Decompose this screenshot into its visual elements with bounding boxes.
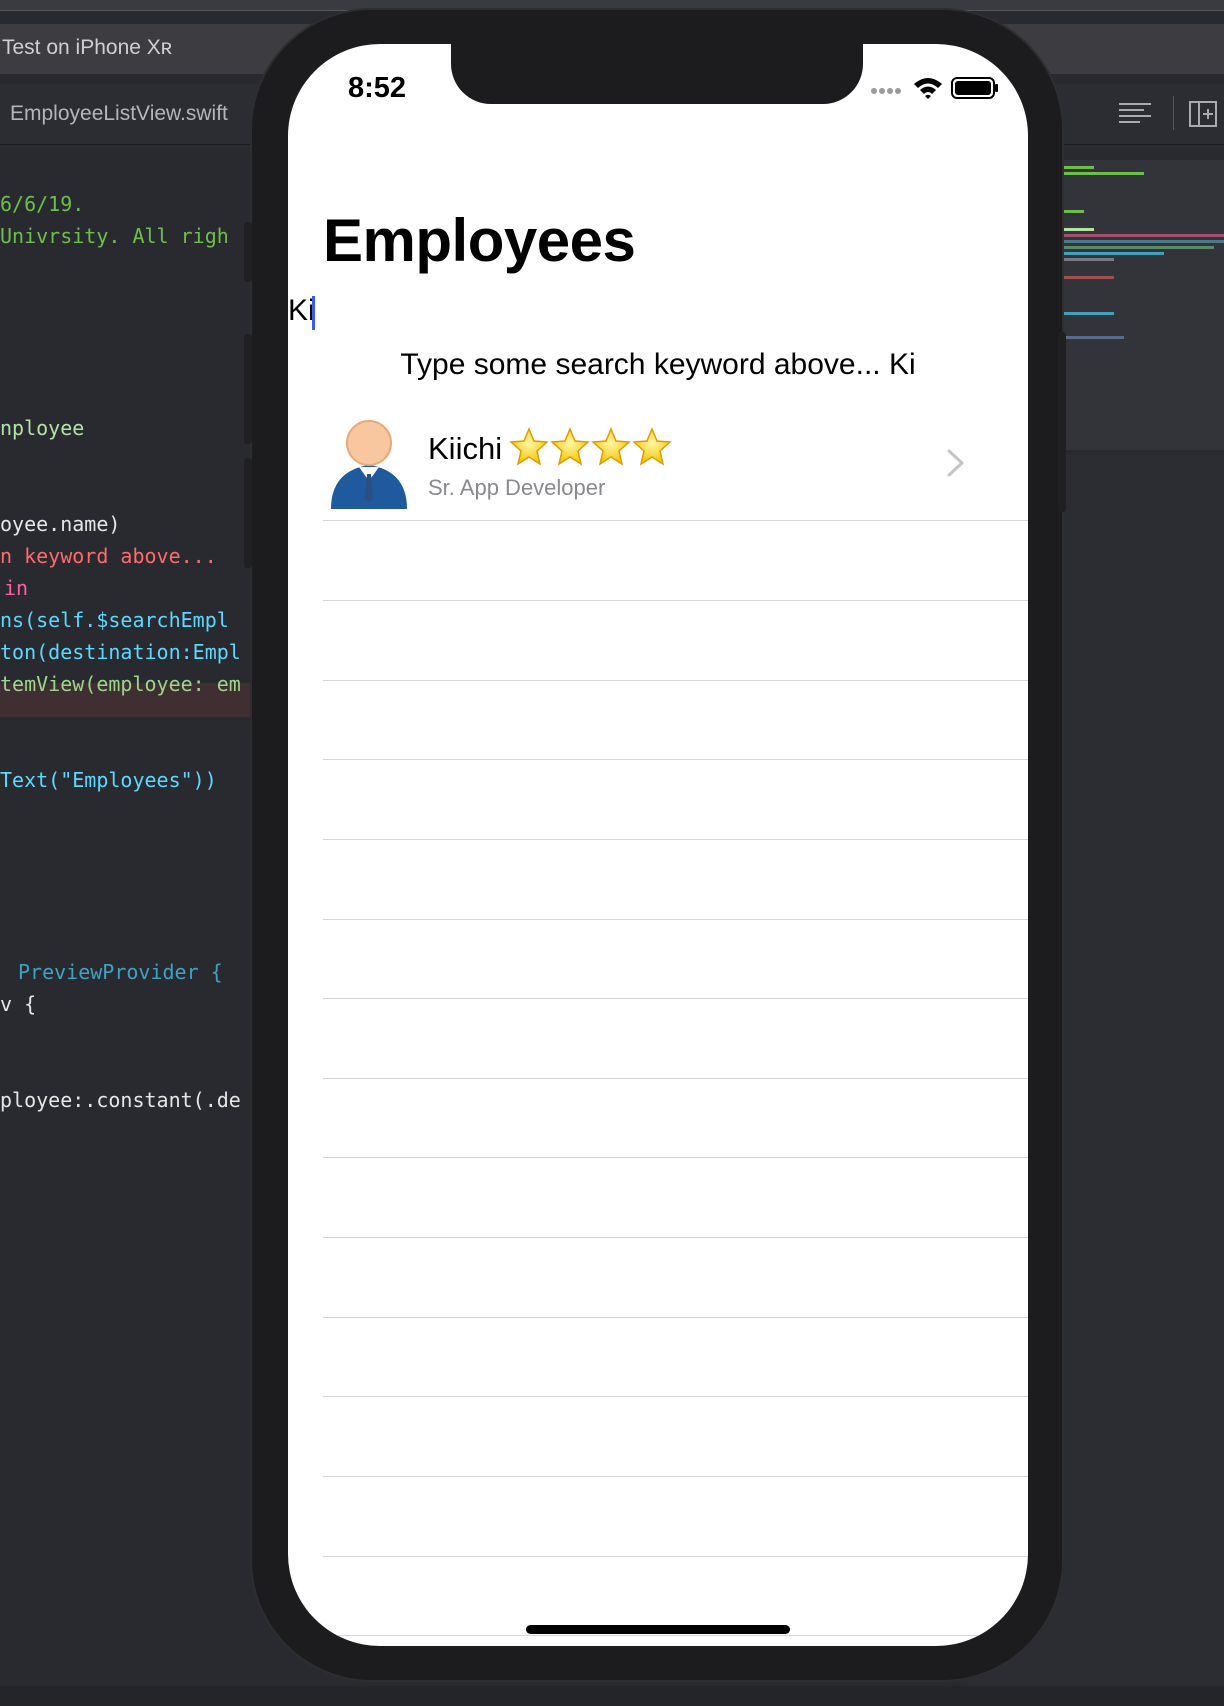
star-icon [510,428,548,465]
status-time: 8:52 [348,72,407,104]
toolbar-divider [1173,96,1174,130]
code-line: ns(self.$searchEmpl [0,608,229,632]
text-caret [312,296,315,330]
code-line: ton(destination:Empl [0,640,241,664]
code-line: Univrsity. All righ [0,224,229,248]
code-line: in [4,576,29,600]
star-icon [551,428,589,465]
employee-row[interactable]: Kiichi Sr. App Developer [323,409,1028,521]
minimap-line [1064,172,1144,175]
page-title: Employees [323,207,636,274]
minimap-line [1064,234,1224,237]
minimap-line [1064,246,1214,249]
minimap-line [1064,210,1084,213]
code-line: v { [0,992,37,1016]
side-button [244,222,252,282]
code-line: 6/6/19. [0,192,85,216]
code-minimap[interactable] [1060,160,1224,450]
minimap-line [1064,240,1224,243]
row-separator [323,1078,1028,1079]
rating-stars [510,428,671,465]
iphone-screen: 8:52 Employees Ki Type some search keywo… [288,44,1028,1646]
employee-name: Kiichi [428,431,503,466]
row-separator [323,1476,1028,1477]
row-separator [323,1556,1028,1557]
code-line: temView(employee: em [0,672,241,696]
minimap-line [1064,276,1114,279]
row-separator [323,600,1028,601]
row-separator [323,1317,1028,1318]
code-line: ployee:.constant(.de [0,1088,241,1112]
row-separator [323,998,1028,999]
row-separator [323,1157,1028,1158]
chevron-right-icon [947,449,964,477]
employee-title: Sr. App Developer [428,475,606,500]
code-line: PreviewProvider { [18,960,223,984]
row-separator [323,520,1028,521]
side-button [244,334,252,444]
row-separator [323,1237,1028,1238]
signal-dots-icon [871,88,901,94]
row-separator [323,1396,1028,1397]
minimap-line [1064,252,1164,255]
battery-icon [951,77,998,99]
row-separator [323,680,1028,681]
wifi-icon [914,78,942,99]
debug-bar [0,1686,1224,1706]
side-button [244,458,252,568]
row-separator [323,759,1028,760]
row-separator [323,919,1028,920]
search-input[interactable]: Ki [288,294,328,334]
home-indicator[interactable] [526,1625,790,1634]
person-avatar-icon [331,420,407,509]
side-button [1058,332,1066,512]
code-line: oyee.name) [0,512,121,536]
minimap-line [1064,166,1094,169]
notch [451,44,863,104]
minimap-line [1064,258,1114,261]
editor-tab[interactable]: EmployeeListView.swift [10,102,228,126]
status-icons [871,77,998,99]
row-separator [323,839,1028,840]
code-editor[interactable]: 6/6/19. Univrsity. All righ nployee oyee… [0,145,260,1706]
code-line: Text("Employees")) [0,768,217,792]
minimap-line [1064,228,1094,231]
minimap-line [1064,312,1114,315]
scheme-label[interactable]: Test on iPhone Xʀ [2,36,172,60]
minimap-line [1064,336,1124,339]
search-hint: Type some search keyword above... Ki [400,348,916,381]
star-icon [633,428,671,465]
code-line: n keyword above... [0,544,217,568]
star-icon [592,428,630,465]
add-editor-icon[interactable] [1186,100,1220,128]
editor-options-icon[interactable] [1118,100,1152,128]
code-line: nployee [0,416,85,440]
row-separator [323,1635,1028,1636]
